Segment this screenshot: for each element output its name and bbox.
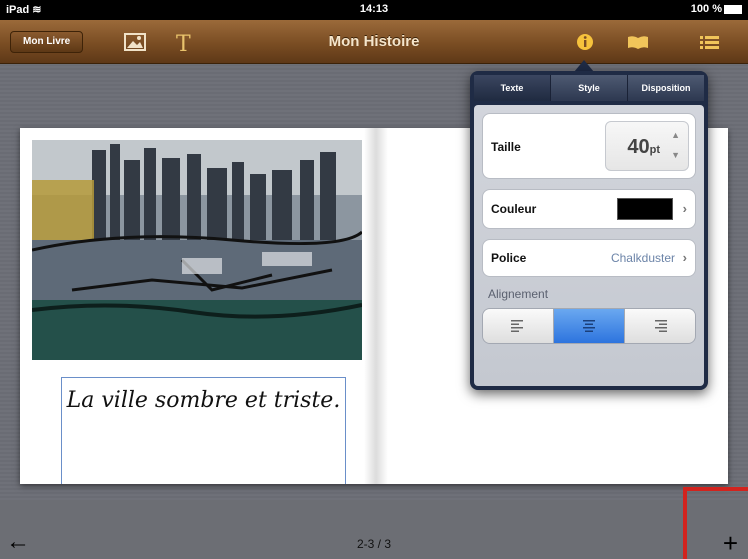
tab-disposition[interactable]: Disposition [628,75,704,101]
alignment-control [482,308,696,344]
font-value: Chalkduster [610,251,675,265]
chevron-right-icon: › [682,250,687,265]
my-book-button[interactable]: Mon Livre [10,31,84,53]
font-label: Police [491,251,527,265]
toolbar: Mon Livre T Mon Histoire [0,20,748,64]
list-icon[interactable] [696,30,722,54]
align-left-button[interactable] [483,309,554,343]
align-right-icon [655,320,667,332]
svg-text:T: T [176,32,191,54]
font-row[interactable]: Police Chalkduster › [482,239,696,277]
tab-texte[interactable]: Texte [474,75,551,101]
chevron-right-icon: › [682,201,687,216]
align-center-button[interactable] [554,309,625,343]
increment-icon[interactable]: ▲ [671,130,680,140]
size-row: Taille 40pt ▲ ▼ [482,113,696,179]
align-center-icon [583,320,595,332]
book-icon[interactable] [625,30,651,54]
popover-body: Taille 40pt ▲ ▼ Couleur › Police Chalkdu… [474,105,704,386]
decrement-icon[interactable]: ▼ [671,150,680,160]
color-row[interactable]: Couleur › [482,189,696,229]
align-right-button[interactable] [625,309,695,343]
caption-text: La ville sombre et triste. [66,388,341,413]
style-popover: Texte Style Disposition Taille 40pt ▲ ▼ … [470,71,708,390]
tab-style[interactable]: Style [551,75,628,101]
status-bar: iPad ≋ 14:13 100 % [0,0,748,20]
page-indicator: 2-3 / 3 [356,537,392,551]
popover-tabs: Texte Style Disposition [474,75,704,101]
text-icon[interactable]: T [172,30,198,57]
color-label: Couleur [491,202,537,216]
color-swatch [617,198,673,220]
add-page-icon[interactable]: + [723,528,738,559]
size-label: Taille [491,140,521,154]
size-stepper[interactable]: 40pt ▲ ▼ [605,121,689,171]
align-left-icon [511,320,523,332]
book-gutter [364,128,388,484]
bottom-bar: ← 2-3 / 3 + [0,500,748,559]
info-icon[interactable] [572,30,598,54]
alignment-label: Alignement [488,287,549,301]
battery-indicator: 100 % [691,3,742,15]
clock: 14:13 [359,3,389,15]
battery-icon [724,4,742,14]
image-icon[interactable] [122,30,148,54]
caption-textbox[interactable]: La ville sombre et triste. [61,377,346,484]
page-photo[interactable] [32,140,362,360]
back-arrow-icon[interactable]: ← [6,528,30,556]
size-value: 40pt [627,136,660,158]
